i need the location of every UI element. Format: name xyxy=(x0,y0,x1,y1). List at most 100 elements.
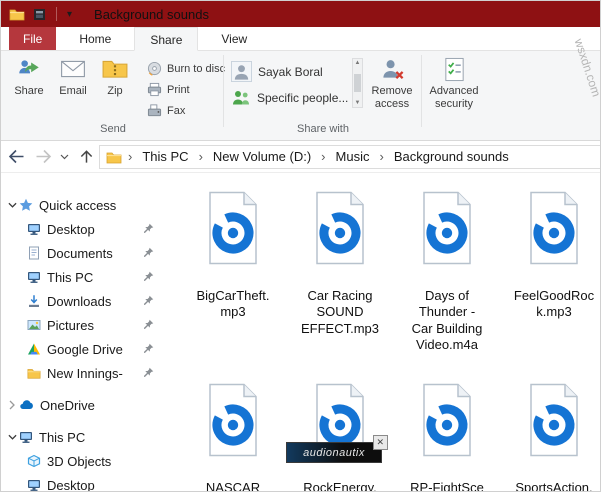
file-item-days-of-thunder[interactable]: Days of Thunder - Car Building Video.m4a xyxy=(397,191,497,353)
expander-right-icon[interactable] xyxy=(5,400,19,410)
pin-icon xyxy=(143,367,154,378)
breadcrumb-new-volume-d[interactable]: New Volume (D:) xyxy=(203,149,321,164)
tab-file[interactable]: File xyxy=(9,27,57,50)
breadcrumb-background-sounds[interactable]: Background sounds xyxy=(384,149,519,164)
location-folder-icon xyxy=(106,149,122,165)
sidebar-item-new-innings[interactable]: New Innings- xyxy=(1,361,166,385)
people-icon xyxy=(233,90,249,104)
advanced-security-button[interactable]: Advanced security xyxy=(425,57,483,110)
group-label-share-with: Share with xyxy=(297,123,349,135)
tab-home[interactable]: Home xyxy=(64,27,126,50)
folder-icon xyxy=(27,366,41,380)
sidebar-item-this-pc-pinned[interactable]: This PC xyxy=(1,265,166,289)
onedrive-cloud-icon xyxy=(20,400,33,409)
tab-share[interactable]: Share xyxy=(134,27,199,51)
back-button[interactable] xyxy=(1,149,31,164)
quick-access-toolbar-icon[interactable] xyxy=(33,8,46,21)
desktop-icon xyxy=(27,222,41,236)
audio-file-icon xyxy=(417,383,477,457)
fax-icon xyxy=(147,104,162,117)
sidebar-item-desktop-2[interactable]: Desktop xyxy=(1,473,166,492)
share-with-scrollbar[interactable]: ▲ ▼ xyxy=(352,58,363,108)
share-button[interactable]: Share xyxy=(7,56,51,118)
group-label-send: Send xyxy=(100,123,126,135)
sidebar-item-quick-access[interactable]: Quick access xyxy=(1,193,166,217)
address-bar[interactable]: › This PC › New Volume (D:) › Music › Ba… xyxy=(99,144,600,169)
share-icon xyxy=(19,60,39,74)
forward-button[interactable] xyxy=(31,149,55,164)
sidebar-item-downloads[interactable]: Downloads xyxy=(1,289,166,313)
expander-down-icon[interactable] xyxy=(5,202,19,209)
scroll-down-icon[interactable]: ▼ xyxy=(355,100,361,106)
sidebar-item-documents[interactable]: Documents xyxy=(1,241,166,265)
breadcrumb-this-pc[interactable]: This PC xyxy=(132,149,198,164)
qat-separator xyxy=(56,7,57,21)
print-button[interactable]: Print xyxy=(147,80,190,99)
fax-button[interactable]: Fax xyxy=(147,101,185,120)
address-row: › This PC › New Volume (D:) › Music › Ba… xyxy=(1,141,600,173)
3d-objects-icon xyxy=(27,454,41,468)
avatar-icon xyxy=(231,61,252,82)
breadcrumb-chevron[interactable]: › xyxy=(122,149,132,164)
ribbon-separator xyxy=(421,55,422,127)
navigation-pane: Quick access Desktop Documents This PC D… xyxy=(1,173,166,492)
pin-icon xyxy=(143,343,154,354)
audio-file-icon xyxy=(524,383,584,457)
sidebar-item-this-pc[interactable]: This PC xyxy=(1,425,166,449)
burn-to-disc-button[interactable]: Burn to disc xyxy=(147,59,225,78)
audionautix-banner: audionautix ✕ xyxy=(286,435,388,463)
app-folder-icon xyxy=(9,6,25,22)
ribbon: Share Email Zip Burn to disc Print Fax S… xyxy=(1,51,600,141)
audio-file-icon xyxy=(524,191,584,265)
qat-dropdown-icon[interactable]: ▾ xyxy=(67,9,72,20)
pin-icon xyxy=(143,247,154,258)
zip-icon xyxy=(102,60,128,78)
email-button[interactable]: Email xyxy=(51,56,95,118)
share-with-specific-people[interactable]: Specific people... xyxy=(231,85,351,110)
audio-file-icon xyxy=(417,191,477,265)
sidebar-item-pictures[interactable]: Pictures xyxy=(1,313,166,337)
audio-file-icon xyxy=(203,191,263,265)
file-item-bigcartheft[interactable]: BigCarTheft. mp3 xyxy=(183,191,283,321)
file-item-feelgoodrock[interactable]: FeelGoodRoc k.mp3 xyxy=(504,191,600,321)
document-icon xyxy=(29,246,39,260)
file-list: BigCarTheft. mp3 Car Racing SOUND EFFECT… xyxy=(166,173,600,491)
remove-access-button[interactable]: Remove access xyxy=(365,57,419,110)
titlebar[interactable]: ▾ Background sounds xyxy=(1,1,600,27)
file-item-rp-fightsce[interactable]: RP-FightSce xyxy=(397,383,497,491)
star-icon xyxy=(19,198,33,211)
sidebar-item-desktop[interactable]: Desktop xyxy=(1,217,166,241)
downloads-icon xyxy=(29,295,39,307)
breadcrumb-music[interactable]: Music xyxy=(326,149,380,164)
tab-view[interactable]: View xyxy=(206,27,262,50)
file-item-nascar[interactable]: NASCAR xyxy=(183,383,283,491)
scroll-up-icon[interactable]: ▲ xyxy=(355,60,361,66)
pc-icon xyxy=(19,430,33,444)
audio-file-icon xyxy=(203,383,263,457)
expander-down-icon[interactable] xyxy=(5,434,19,441)
printer-icon xyxy=(147,82,162,97)
explorer-window: ▾ Background sounds File Home Share View… xyxy=(0,0,601,492)
email-icon xyxy=(61,60,85,78)
pin-icon xyxy=(143,319,154,330)
desktop-icon xyxy=(27,478,41,492)
sidebar-item-google-drive[interactable]: Google Drive xyxy=(1,337,166,361)
file-item-car-racing[interactable]: Car Racing SOUND EFFECT.mp3 xyxy=(290,191,390,337)
close-icon[interactable]: ✕ xyxy=(373,435,388,450)
pin-icon xyxy=(143,295,154,306)
disc-icon xyxy=(147,61,162,76)
scrollbar-thumb[interactable] xyxy=(354,74,361,92)
ribbon-separator xyxy=(223,55,224,127)
pin-icon xyxy=(143,223,154,234)
file-item-sportsaction[interactable]: SportsAction. xyxy=(504,383,600,491)
audio-file-icon xyxy=(310,191,370,265)
sidebar-item-3d-objects[interactable]: 3D Objects xyxy=(1,449,166,473)
sidebar-item-onedrive[interactable]: OneDrive xyxy=(1,393,166,417)
pin-icon xyxy=(143,271,154,282)
recent-locations-dropdown-icon[interactable] xyxy=(55,154,73,160)
zip-button[interactable]: Zip xyxy=(93,56,137,118)
window-title: Background sounds xyxy=(94,6,209,22)
pc-icon xyxy=(27,270,41,284)
share-with-person[interactable]: Sayak Boral xyxy=(231,59,351,84)
up-button[interactable] xyxy=(73,149,99,164)
